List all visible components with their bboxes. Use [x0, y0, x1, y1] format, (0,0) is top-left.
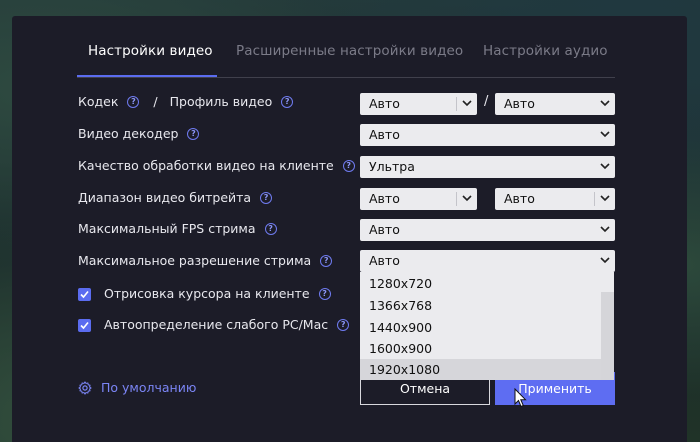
- decoder-label: Видео декодер: [78, 126, 179, 141]
- profile-select-value: Авто: [504, 96, 535, 111]
- codec-select-value: Авто: [369, 96, 400, 111]
- help-icon[interactable]: ?: [342, 159, 355, 172]
- profile-label: Профиль видео: [169, 94, 273, 109]
- reset-defaults-link[interactable]: По умолчанию: [78, 380, 196, 395]
- weak-pc-detect-label: Автоопределение слабого PC/Mac: [104, 317, 329, 332]
- dropdown-scrollbar[interactable]: [601, 292, 614, 380]
- cursor-render-label: Отрисовка курсора на клиенте: [104, 286, 310, 301]
- fps-select[interactable]: Авто: [360, 219, 615, 241]
- resolution-dropdown-list: 1280x720 1366x768 1440x900 1600x900 1920…: [360, 272, 614, 380]
- fps-row-label: Максимальный FPS стрима ?: [78, 221, 277, 236]
- help-icon[interactable]: ?: [264, 222, 277, 235]
- cursor-render-label-row: Отрисовка курсора на клиенте ?: [104, 286, 331, 301]
- bitrate-row-label: Диапазон видео битрейта ?: [78, 190, 273, 205]
- tab-video-settings[interactable]: Настройки видео: [88, 43, 213, 59]
- help-icon[interactable]: ?: [187, 127, 200, 140]
- help-icon[interactable]: ?: [337, 318, 350, 331]
- reset-defaults-label: По умолчанию: [101, 380, 197, 395]
- help-icon[interactable]: ?: [127, 95, 140, 108]
- decoder-select-value: Авто: [369, 127, 400, 142]
- gear-icon: [78, 380, 92, 395]
- help-icon[interactable]: ?: [260, 191, 273, 204]
- quality-select[interactable]: Ультра: [360, 156, 615, 178]
- weak-pc-detect-label-row: Автоопределение слабого PC/Mac ?: [104, 317, 350, 332]
- weak-pc-detect-checkbox[interactable]: [78, 319, 91, 332]
- resolution-option[interactable]: 1366x768: [360, 295, 601, 316]
- resolution-option[interactable]: 1280x720: [360, 273, 601, 294]
- decoder-select[interactable]: Авто: [360, 124, 615, 146]
- bitrate-max-value: Авто: [504, 191, 535, 206]
- codec-select[interactable]: Авто: [360, 93, 477, 115]
- quality-row-label: Качество обработки видео на клиенте ?: [78, 158, 355, 173]
- chevron-down-icon: [457, 188, 477, 210]
- chevron-down-icon: [595, 188, 615, 210]
- profile-select[interactable]: Авто: [495, 93, 615, 115]
- bitrate-label: Диапазон видео битрейта: [78, 190, 252, 205]
- video-settings-dialog: Настройки видео Расширенные настройки ви…: [12, 16, 687, 442]
- bitrate-min-select[interactable]: Авто: [360, 188, 477, 210]
- chevron-down-icon: [457, 93, 477, 115]
- resolution-option[interactable]: 1600x900: [360, 338, 601, 359]
- active-tab-indicator: [77, 75, 217, 77]
- fps-select-value: Авто: [369, 222, 400, 237]
- decoder-row-label: Видео декодер ?: [78, 126, 200, 141]
- tab-advanced-video-settings[interactable]: Расширенные настройки видео: [236, 43, 463, 59]
- tab-audio-settings[interactable]: Настройки аудио: [483, 43, 608, 59]
- slash-separator: /: [484, 94, 489, 109]
- tab-bar: Настройки видео Расширенные настройки ви…: [77, 16, 615, 78]
- chevron-down-icon: [595, 93, 615, 115]
- chevron-down-icon: [595, 124, 615, 146]
- checkmark-icon: [80, 321, 89, 330]
- resolution-row-label: Максимальное разрешение стрима ?: [78, 253, 333, 268]
- codec-row-label: Кодек ? / Профиль видео ?: [78, 94, 294, 109]
- help-icon[interactable]: ?: [318, 287, 331, 300]
- resolution-option[interactable]: 1440x900: [360, 317, 601, 338]
- resolution-option-hovered[interactable]: 1920x1080: [360, 359, 601, 380]
- bitrate-min-value: Авто: [369, 191, 400, 206]
- checkmark-icon: [80, 290, 89, 299]
- chevron-down-icon: [595, 219, 615, 241]
- fps-label: Максимальный FPS стрима: [78, 221, 256, 236]
- resolution-select-value: Авто: [369, 253, 400, 268]
- resolution-select[interactable]: Авто: [360, 250, 615, 272]
- chevron-down-icon: [595, 156, 615, 178]
- help-icon[interactable]: ?: [281, 95, 294, 108]
- quality-label: Качество обработки видео на клиенте: [78, 158, 334, 173]
- resolution-label: Максимальное разрешение стрима: [78, 253, 312, 268]
- quality-select-value: Ультра: [369, 159, 415, 174]
- bitrate-max-select[interactable]: Авто: [495, 188, 615, 210]
- slash-separator: /: [153, 94, 158, 109]
- codec-label: Кодек: [78, 94, 119, 109]
- mouse-pointer-icon: [514, 388, 527, 408]
- chevron-down-icon: [595, 250, 615, 272]
- help-icon[interactable]: ?: [320, 254, 333, 267]
- cursor-render-checkbox[interactable]: [78, 288, 91, 301]
